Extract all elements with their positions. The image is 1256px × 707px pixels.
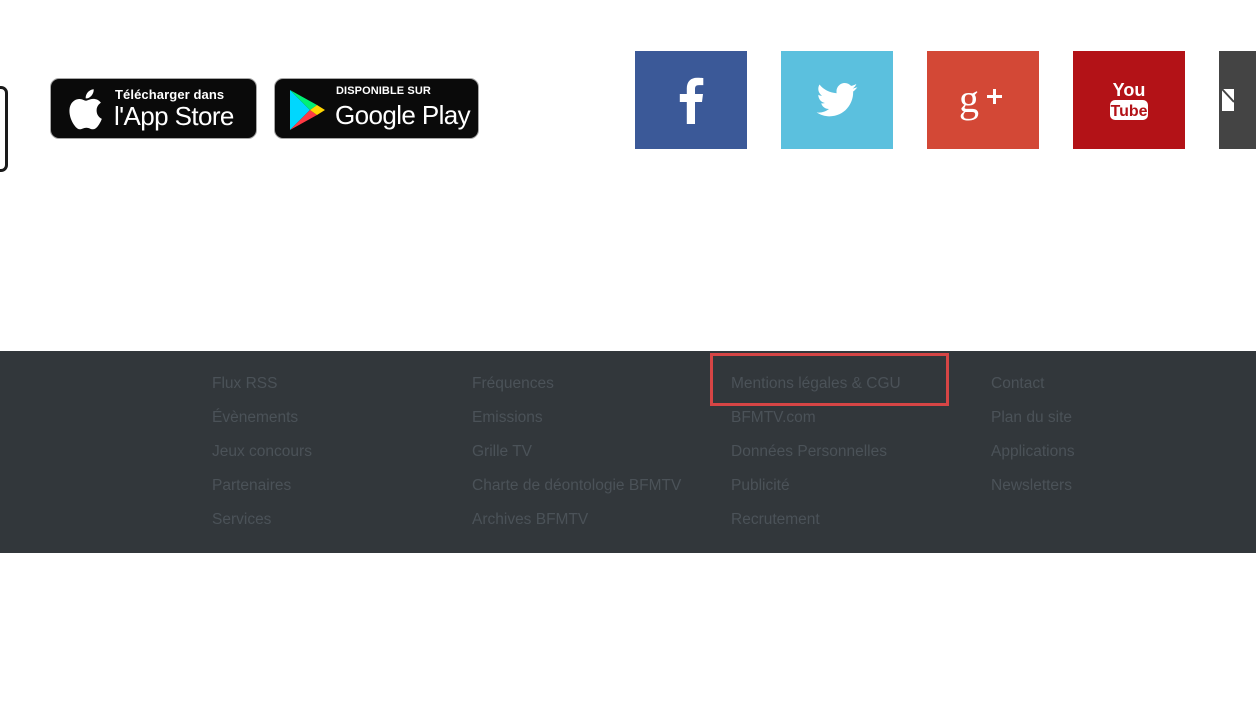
footer-link-advertising[interactable]: Publicité: [731, 476, 901, 510]
footer-link-applications[interactable]: Applications: [991, 442, 1075, 476]
footer-link-archives[interactable]: Archives BFMTV: [472, 510, 681, 544]
google-plus-button[interactable]: g: [927, 51, 1039, 149]
footer-link-tv-guide[interactable]: Grille TV: [472, 442, 681, 476]
facebook-icon: [679, 77, 704, 124]
footer-link-services[interactable]: Services: [212, 510, 312, 544]
google-play-icon: [290, 90, 325, 130]
envelope-icon: [1221, 88, 1235, 111]
footer-column-4: Contact Plan du site Applications Newsle…: [991, 374, 1075, 510]
email-button[interactable]: [1219, 51, 1256, 149]
youtube-button[interactable]: You Tube: [1073, 51, 1185, 149]
site-footer: Flux RSS Évènements Jeux concours Parten…: [0, 351, 1256, 553]
google-play-title: Google Play: [335, 100, 471, 130]
footer-link-frequencies[interactable]: Fréquences: [472, 374, 681, 408]
footer-link-contests[interactable]: Jeux concours: [212, 442, 312, 476]
google-plus-g-glyph: g: [959, 76, 979, 121]
footer-link-partners[interactable]: Partenaires: [212, 476, 312, 510]
google-play-badge[interactable]: DISPONIBLE SUR Google Play: [274, 78, 479, 139]
youtube-icon: You Tube: [1110, 80, 1148, 120]
facebook-button[interactable]: [635, 51, 747, 149]
app-store-title: l'App Store: [114, 101, 234, 131]
youtube-you-glyph: You: [1113, 80, 1146, 100]
google-play-caption: DISPONIBLE SUR: [336, 85, 431, 97]
footer-link-rss[interactable]: Flux RSS: [212, 374, 312, 408]
footer-link-ethics-charter[interactable]: Charte de déontologie BFMTV: [472, 476, 681, 510]
footer-link-bfmtv-com[interactable]: BFMTV.com: [731, 408, 901, 442]
footer-link-shows[interactable]: Emissions: [472, 408, 681, 442]
footer-column-1: Flux RSS Évènements Jeux concours Parten…: [212, 374, 312, 544]
apple-icon: [69, 89, 102, 130]
phone-icon: [0, 86, 8, 172]
footer-link-events[interactable]: Évènements: [212, 408, 312, 442]
footer-link-careers[interactable]: Recrutement: [731, 510, 901, 544]
footer-link-personal-data[interactable]: Données Personnelles: [731, 442, 901, 476]
twitter-bird-icon: [816, 83, 858, 117]
footer-column-2: Fréquences Emissions Grille TV Charte de…: [472, 374, 681, 544]
footer-link-sitemap[interactable]: Plan du site: [991, 408, 1075, 442]
app-store-caption: Télécharger dans: [115, 87, 225, 102]
youtube-tube-glyph: Tube: [1110, 103, 1147, 120]
footer-link-newsletters[interactable]: Newsletters: [991, 476, 1075, 510]
twitter-button[interactable]: [781, 51, 893, 149]
app-store-badge[interactable]: Télécharger dans l'App Store: [50, 78, 257, 139]
footer-link-contact[interactable]: Contact: [991, 374, 1075, 408]
highlight-box: [710, 353, 949, 406]
google-plus-icon: g: [959, 76, 1002, 121]
